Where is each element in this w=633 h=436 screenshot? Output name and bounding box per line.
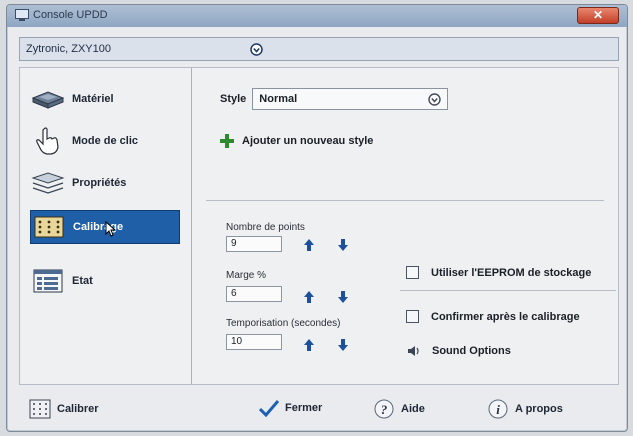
sidebar-item-calibrage[interactable]: Calibrage bbox=[30, 210, 180, 244]
about-label: A propos bbox=[515, 403, 563, 415]
sidebar-item-label: Mode de clic bbox=[72, 135, 139, 147]
app-icon bbox=[15, 9, 29, 21]
timeout-input[interactable]: 10 bbox=[226, 334, 282, 350]
title-bar[interactable]: Console UPDD ✕ bbox=[7, 5, 627, 27]
help-label: Aide bbox=[401, 403, 425, 415]
divider bbox=[400, 290, 616, 291]
sidebar-item-materiel[interactable]: Matériel bbox=[30, 82, 180, 116]
svg-text:?: ? bbox=[381, 402, 388, 417]
sound-options-label: Sound Options bbox=[432, 345, 511, 357]
eeprom-label: Utiliser l'EEPROM de stockage bbox=[431, 266, 592, 279]
style-row: Style Normal bbox=[220, 88, 449, 110]
add-style-label: Ajouter un nouveau style bbox=[242, 135, 374, 147]
info-icon: i bbox=[488, 399, 508, 419]
device-selector[interactable]: Zytronic, ZXY100 bbox=[19, 37, 619, 61]
status-window-icon bbox=[30, 268, 66, 294]
window-title: Console UPDD bbox=[33, 9, 108, 21]
hardware-icon bbox=[30, 86, 66, 112]
checkmark-icon bbox=[259, 400, 279, 417]
chevron-down-icon bbox=[428, 93, 441, 106]
style-value: Normal bbox=[259, 93, 298, 105]
style-dropdown[interactable]: Normal bbox=[252, 88, 449, 110]
confirm-checkbox-row[interactable]: Confirmer après le calibrage bbox=[406, 310, 580, 323]
calibration-grid-icon bbox=[29, 399, 51, 419]
arrow-up-icon[interactable] bbox=[302, 290, 316, 304]
device-name: Zytronic, ZXY100 bbox=[26, 43, 111, 55]
eeprom-checkbox-row[interactable]: Utiliser l'EEPROM de stockage bbox=[406, 266, 591, 279]
margin-label: Marge % bbox=[226, 270, 267, 281]
mouse-cursor-icon bbox=[105, 221, 117, 237]
help-icon: ? bbox=[374, 399, 394, 419]
points-input[interactable]: 9 bbox=[226, 236, 282, 252]
calibrate-label: Calibrer bbox=[57, 403, 99, 415]
calibrate-button[interactable]: Calibrer bbox=[29, 399, 99, 419]
close-button[interactable]: Fermer bbox=[259, 399, 322, 417]
speaker-icon bbox=[408, 346, 419, 356]
arrow-down-icon[interactable] bbox=[336, 290, 350, 304]
arrow-up-icon[interactable] bbox=[302, 338, 316, 352]
help-button[interactable]: ? Aide bbox=[373, 399, 425, 419]
sidebar-item-mode-de-clic[interactable]: Mode de clic bbox=[30, 124, 180, 158]
layers-icon bbox=[30, 170, 66, 196]
add-style-button[interactable]: Ajouter un nouveau style bbox=[220, 134, 373, 148]
confirm-checkbox[interactable] bbox=[406, 310, 419, 323]
svg-text:i: i bbox=[496, 402, 500, 417]
eeprom-checkbox[interactable] bbox=[406, 266, 419, 279]
hand-pointer-icon bbox=[30, 127, 66, 155]
arrow-down-icon[interactable] bbox=[336, 338, 350, 352]
calibration-grid-icon bbox=[31, 214, 67, 240]
arrow-down-icon[interactable] bbox=[336, 238, 350, 252]
footer-bar: Calibrer Fermer ? Aide i A propos bbox=[7, 389, 627, 429]
divider bbox=[206, 200, 604, 201]
chevron-down-icon[interactable] bbox=[250, 43, 263, 56]
sidebar-item-label: Propriétés bbox=[72, 177, 127, 189]
points-label: Nombre de points bbox=[226, 222, 305, 233]
console-window: Console UPDD ✕ Zytronic, ZXY100 Matériel bbox=[6, 4, 628, 432]
close-window-button[interactable]: ✕ bbox=[577, 7, 619, 24]
arrow-up-icon[interactable] bbox=[302, 238, 316, 252]
sidebar-item-label: Etat bbox=[72, 275, 93, 287]
sidebar: Matériel Mode de clic Propriétés Calibra… bbox=[20, 68, 192, 384]
sidebar-item-etat[interactable]: Etat bbox=[30, 264, 180, 298]
style-label: Style bbox=[220, 93, 247, 105]
confirm-label: Confirmer après le calibrage bbox=[431, 310, 580, 323]
timeout-label: Temporisation (secondes) bbox=[226, 318, 341, 329]
sidebar-item-proprietes[interactable]: Propriétés bbox=[30, 166, 180, 200]
sidebar-item-label: Matériel bbox=[72, 93, 114, 105]
about-button[interactable]: i A propos bbox=[487, 399, 563, 419]
plus-icon bbox=[220, 134, 234, 148]
calibration-settings: Style Normal Ajouter un nouveau style No… bbox=[192, 68, 618, 384]
close-label: Fermer bbox=[285, 402, 323, 414]
main-panel: Matériel Mode de clic Propriétés Calibra… bbox=[19, 67, 619, 385]
margin-input[interactable]: 6 bbox=[226, 286, 282, 302]
sound-options-button[interactable]: Sound Options bbox=[406, 344, 511, 358]
